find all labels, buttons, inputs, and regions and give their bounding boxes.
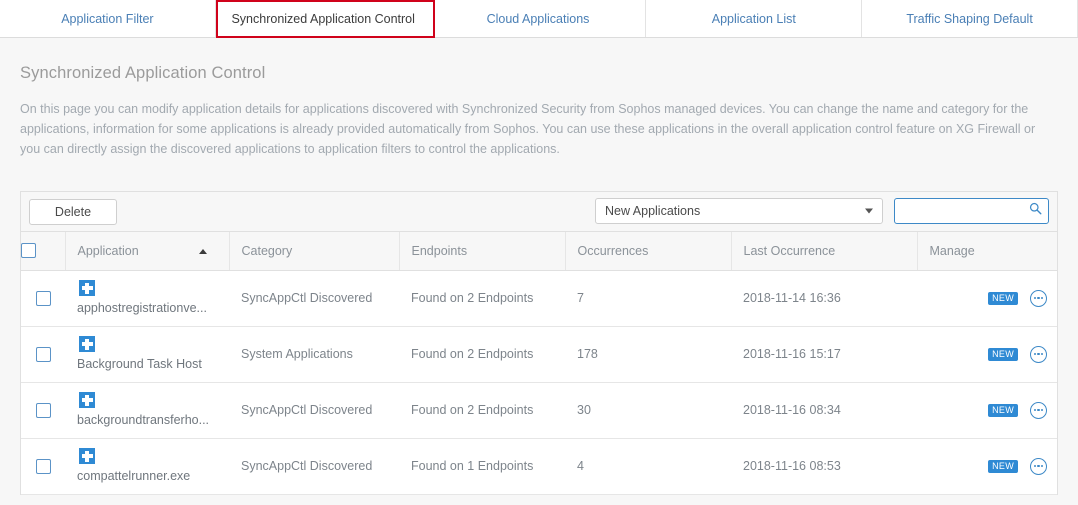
cell-occurrences: 30	[565, 382, 731, 439]
row-select-cell	[21, 438, 65, 495]
table-header-row: Application Category Endpoints Occurrenc…	[21, 232, 1057, 271]
tab-application-list[interactable]: Application List	[646, 0, 863, 37]
row-checkbox[interactable]	[35, 290, 51, 306]
search-box[interactable]	[894, 198, 1049, 224]
cell-last-occurrence: 2018-11-14 16:36	[731, 270, 917, 327]
application-plus-icon	[79, 336, 95, 353]
select-all-checkbox[interactable]	[21, 243, 36, 259]
row-checkbox[interactable]	[35, 346, 51, 362]
cell-last-occurrence: 2018-11-16 08:53	[731, 438, 917, 495]
application-name: compattelrunner.exe	[77, 469, 191, 484]
row-checkbox[interactable]	[35, 458, 51, 474]
application-name: apphostregistrationve...	[77, 301, 207, 316]
application-filter-select-value: New Applications	[605, 204, 701, 218]
cell-manage: NEW	[917, 326, 1057, 383]
cell-application: apphostregistrationve...	[65, 270, 229, 327]
tab-label: Cloud Applications	[486, 11, 590, 26]
column-header-occurrences[interactable]: Occurrences	[565, 232, 732, 271]
grid-toolbar: Delete New Applications	[21, 192, 1057, 232]
row-select-cell	[21, 382, 65, 439]
cell-manage: NEW	[917, 382, 1057, 439]
row-actions-menu-icon[interactable]	[1030, 457, 1047, 475]
column-header-category[interactable]: Category	[229, 232, 400, 271]
cell-application: Background Task Host	[65, 326, 229, 383]
row-select-cell	[21, 270, 65, 327]
table-row[interactable]: Background Task Host System Applications…	[21, 326, 1057, 383]
tab-application-filter[interactable]: Application Filter	[0, 0, 216, 37]
row-actions-menu-icon[interactable]	[1030, 289, 1047, 307]
status-badge: NEW	[988, 403, 1018, 417]
row-select-cell	[21, 326, 65, 383]
cell-category: SyncAppCtl Discovered	[229, 438, 399, 495]
column-header-application[interactable]: Application	[65, 232, 230, 271]
tab-bar: Application Filter Synchronized Applicat…	[0, 0, 1078, 38]
application-plus-icon	[79, 280, 95, 297]
application-name: Background Task Host	[77, 357, 202, 372]
cell-category: SyncAppCtl Discovered	[229, 382, 399, 439]
page-title: Synchronized Application Control	[20, 64, 266, 82]
tab-label: Application Filter	[61, 11, 154, 26]
application-plus-icon	[79, 392, 95, 409]
cell-occurrences: 178	[565, 326, 731, 383]
cell-endpoints: Found on 1 Endpoints	[399, 438, 565, 495]
chevron-down-icon	[865, 208, 873, 214]
page-body: Synchronized Application Control On this…	[0, 38, 1078, 505]
row-checkbox[interactable]	[35, 402, 51, 418]
tab-label: Traffic Shaping Default	[906, 11, 1033, 26]
tab-label: Application List	[711, 11, 796, 26]
cell-application: backgroundtransferho...	[65, 382, 229, 439]
cell-endpoints: Found on 2 Endpoints	[399, 326, 565, 383]
cell-occurrences: 7	[565, 270, 731, 327]
column-header-last-occurrence[interactable]: Last Occurrence	[731, 232, 918, 271]
delete-button[interactable]: Delete	[29, 198, 117, 225]
search-input[interactable]	[903, 203, 1024, 219]
cell-endpoints: Found on 2 Endpoints	[399, 270, 565, 327]
column-header-label: Category	[241, 243, 293, 258]
table-row[interactable]: compattelrunner.exe SyncAppCtl Discovere…	[21, 438, 1057, 495]
select-all-header	[21, 232, 66, 271]
column-header-label: Endpoints	[411, 243, 468, 258]
column-header-label: Manage	[929, 243, 975, 258]
status-badge: NEW	[988, 459, 1018, 473]
tab-traffic-shaping-default[interactable]: Traffic Shaping Default	[862, 0, 1078, 37]
cell-endpoints: Found on 2 Endpoints	[399, 382, 565, 439]
cell-application: compattelrunner.exe	[65, 438, 229, 495]
sort-ascending-icon	[198, 249, 207, 254]
cell-category: System Applications	[229, 326, 399, 383]
application-filter-select[interactable]: New Applications	[595, 198, 883, 224]
column-header-manage[interactable]: Manage	[917, 232, 1057, 271]
cell-occurrences: 4	[565, 438, 731, 495]
column-header-label: Application	[77, 243, 139, 258]
cell-last-occurrence: 2018-11-16 15:17	[731, 326, 917, 383]
tab-cloud-applications[interactable]: Cloud Applications	[430, 0, 647, 37]
tab-label: Synchronized Application Control	[231, 11, 415, 26]
column-header-label: Occurrences	[577, 243, 649, 258]
column-header-label: Last Occurrence	[743, 243, 836, 258]
table-row[interactable]: apphostregistrationve... SyncAppCtl Disc…	[21, 270, 1057, 327]
search-icon[interactable]	[1029, 202, 1042, 220]
applications-grid: Delete New Applications Application Cate…	[20, 191, 1058, 495]
row-actions-menu-icon[interactable]	[1030, 401, 1047, 419]
cell-manage: NEW	[917, 270, 1057, 327]
status-badge: NEW	[988, 291, 1018, 305]
status-badge: NEW	[988, 347, 1018, 361]
row-actions-menu-icon[interactable]	[1030, 345, 1047, 363]
cell-category: SyncAppCtl Discovered	[229, 270, 399, 327]
application-name: backgroundtransferho...	[77, 413, 210, 428]
cell-last-occurrence: 2018-11-16 08:34	[731, 382, 917, 439]
page-description: On this page you can modify application …	[20, 102, 1036, 156]
applications-table: Application Category Endpoints Occurrenc…	[21, 232, 1057, 495]
cell-manage: NEW	[917, 438, 1057, 495]
column-header-endpoints[interactable]: Endpoints	[399, 232, 566, 271]
toolbar-right-group: New Applications	[595, 198, 1049, 224]
application-plus-icon	[79, 448, 95, 465]
tab-synchronized-application-control[interactable]: Synchronized Application Control	[215, 0, 431, 37]
table-row[interactable]: backgroundtransferho... SyncAppCtl Disco…	[21, 382, 1057, 439]
